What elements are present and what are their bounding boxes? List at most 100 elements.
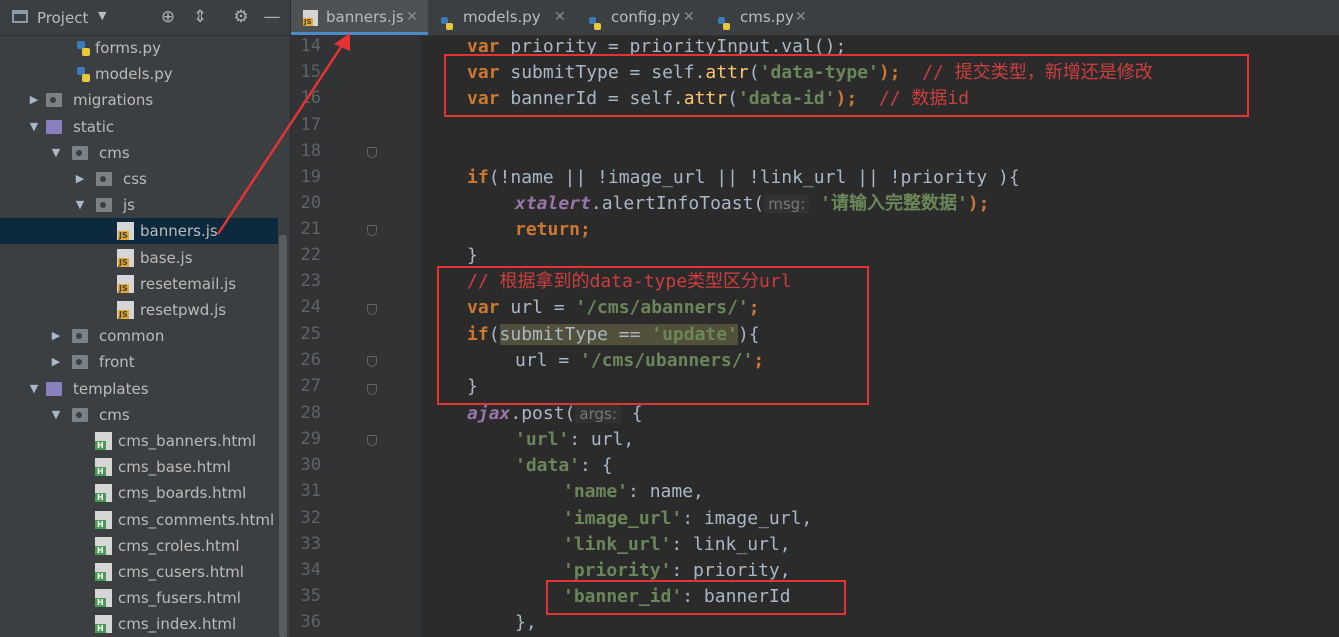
line-number: 33 bbox=[300, 534, 321, 554]
code-line-33: 'link_url': link_url, bbox=[563, 534, 791, 555]
tree-item-label: front bbox=[99, 353, 135, 372]
tree-item[interactable]: ▼ static bbox=[0, 114, 278, 140]
project-title[interactable]: Project bbox=[37, 9, 88, 27]
tree-item[interactable]: cms_croles.html bbox=[0, 533, 278, 559]
minimize-icon[interactable]: — bbox=[262, 7, 282, 27]
fold-marker-icon[interactable] bbox=[367, 304, 377, 315]
tree-item-label: cms_comments.html bbox=[118, 510, 275, 529]
tab-models-py[interactable]: models.py ✕ bbox=[428, 0, 576, 35]
tree-item[interactable]: cms_comments.html bbox=[0, 507, 278, 533]
tree-item[interactable]: base.js bbox=[0, 245, 278, 271]
py-file-icon bbox=[440, 10, 455, 30]
code-line-21: return; bbox=[515, 219, 591, 240]
js-file-icon bbox=[117, 222, 134, 241]
tree-item-label: cms bbox=[99, 405, 130, 424]
chevron-down-icon[interactable]: ▼ bbox=[74, 192, 86, 218]
close-icon[interactable]: ✕ bbox=[406, 0, 418, 35]
html-file-icon bbox=[95, 510, 112, 529]
folder-icon bbox=[46, 381, 62, 396]
tree-item[interactable]: ▶ css bbox=[0, 166, 278, 192]
tree-item[interactable]: ▶ migrations bbox=[0, 87, 278, 113]
annotation-box-url-branch bbox=[437, 266, 869, 405]
tree-item[interactable]: cms_cusers.html bbox=[0, 559, 278, 585]
tree-item-label: forms.py bbox=[95, 39, 161, 57]
chevron-down-icon[interactable]: ▼ bbox=[28, 114, 40, 140]
tree-item-label: cms_index.html bbox=[118, 615, 237, 634]
line-number: 18 bbox=[300, 141, 321, 161]
tree-item[interactable]: banners.js bbox=[0, 218, 278, 245]
fold-marker-icon[interactable] bbox=[367, 225, 377, 236]
tree-item-label: cms_base.html bbox=[118, 458, 231, 477]
tree-item[interactable]: ▶ front bbox=[0, 349, 278, 375]
chevron-right-icon[interactable]: ▶ bbox=[28, 87, 40, 113]
line-number: 31 bbox=[300, 481, 321, 501]
annotation-box-submit-type bbox=[444, 54, 1249, 117]
close-icon[interactable]: ✕ bbox=[683, 0, 695, 35]
tree-item[interactable]: ▶ common bbox=[0, 323, 278, 349]
line-number: 30 bbox=[300, 455, 321, 475]
chevron-down-icon[interactable]: ▼ bbox=[50, 140, 62, 166]
tree-item[interactable]: ▼ templates bbox=[0, 376, 278, 402]
tree-item[interactable]: resetemail.js bbox=[0, 271, 278, 297]
tree-item[interactable]: cms_index.html bbox=[0, 611, 278, 637]
collapse-all-icon[interactable]: ⇕ bbox=[190, 7, 210, 27]
tab-cms-py[interactable]: cms.py ✕ bbox=[705, 0, 817, 35]
chevron-right-icon[interactable]: ▶ bbox=[74, 166, 86, 192]
tree-item[interactable]: forms.py bbox=[0, 35, 278, 61]
fold-marker-icon[interactable] bbox=[367, 147, 377, 158]
tree-item-label: cms_cusers.html bbox=[118, 563, 244, 581]
tab-label: cms.py bbox=[740, 8, 794, 26]
line-number: 16 bbox=[300, 88, 321, 108]
folder-icon bbox=[46, 93, 62, 108]
line-number: 34 bbox=[300, 560, 321, 580]
code-line-30: 'data': { bbox=[515, 455, 613, 476]
close-icon[interactable]: ✕ bbox=[795, 0, 807, 35]
code-line-19: if(!name || !image_url || !link_url || !… bbox=[467, 167, 1020, 188]
js-file-icon bbox=[117, 301, 134, 319]
tree-item-label: cms_fusers.html bbox=[118, 589, 241, 608]
line-number: 29 bbox=[300, 429, 321, 449]
sidebar-scrollbar[interactable] bbox=[279, 235, 287, 637]
line-number: 26 bbox=[300, 350, 321, 370]
code-line-36: }, bbox=[515, 612, 537, 633]
fold-marker-icon[interactable] bbox=[367, 384, 377, 395]
tree-item[interactable]: ▼ cms bbox=[0, 140, 278, 166]
folder-icon bbox=[72, 329, 88, 344]
close-icon[interactable]: ✕ bbox=[554, 0, 566, 35]
chevron-right-icon[interactable]: ▶ bbox=[50, 323, 62, 349]
locate-icon[interactable]: ⊕ bbox=[158, 7, 178, 27]
tree-item[interactable]: cms_fusers.html bbox=[0, 585, 278, 611]
folder-icon bbox=[72, 355, 88, 370]
tab-config-py[interactable]: config.py ✕ bbox=[576, 0, 705, 35]
html-file-icon bbox=[95, 615, 112, 634]
py-file-icon bbox=[75, 65, 92, 83]
tree-item[interactable]: cms_boards.html bbox=[0, 480, 278, 506]
tree-item[interactable]: models.py bbox=[0, 61, 278, 87]
tree-item-label: css bbox=[123, 170, 147, 188]
tree-item[interactable]: ▼ js bbox=[0, 192, 278, 218]
py-file-icon bbox=[75, 39, 92, 56]
line-number: 17 bbox=[300, 115, 321, 135]
line-number: 15 bbox=[300, 62, 321, 82]
tab-banners-js[interactable]: banners.js✕ bbox=[291, 0, 428, 35]
line-number: 19 bbox=[300, 167, 321, 187]
chevron-down-icon[interactable]: ▼ bbox=[28, 376, 40, 402]
fold-marker-icon[interactable] bbox=[367, 356, 377, 367]
folder-icon bbox=[46, 119, 62, 134]
chevron-down-icon[interactable]: ▼ bbox=[98, 9, 106, 22]
tree-item[interactable]: ▼ cms bbox=[0, 402, 278, 428]
gear-icon[interactable]: ⚙ bbox=[231, 7, 251, 27]
html-file-icon bbox=[95, 458, 112, 477]
chevron-right-icon[interactable]: ▶ bbox=[50, 349, 62, 375]
line-number: 27 bbox=[300, 376, 321, 396]
line-number: 25 bbox=[300, 324, 321, 344]
tree-item[interactable]: resetpwd.js bbox=[0, 297, 278, 323]
tree-item-label: cms_banners.html bbox=[118, 432, 257, 450]
py-file-icon bbox=[588, 10, 603, 30]
chevron-down-icon[interactable]: ▼ bbox=[50, 402, 62, 428]
fold-marker-icon[interactable] bbox=[367, 435, 377, 446]
code-line-20: xtalert.alertInfoToast(msg: '请输入完整数据'); bbox=[515, 193, 990, 214]
editor-tabs: banners.js✕models.py✕config.py✕cms.py✕ bbox=[291, 0, 1339, 36]
tree-item[interactable]: cms_base.html bbox=[0, 454, 278, 480]
tree-item[interactable]: cms_banners.html bbox=[0, 428, 278, 454]
